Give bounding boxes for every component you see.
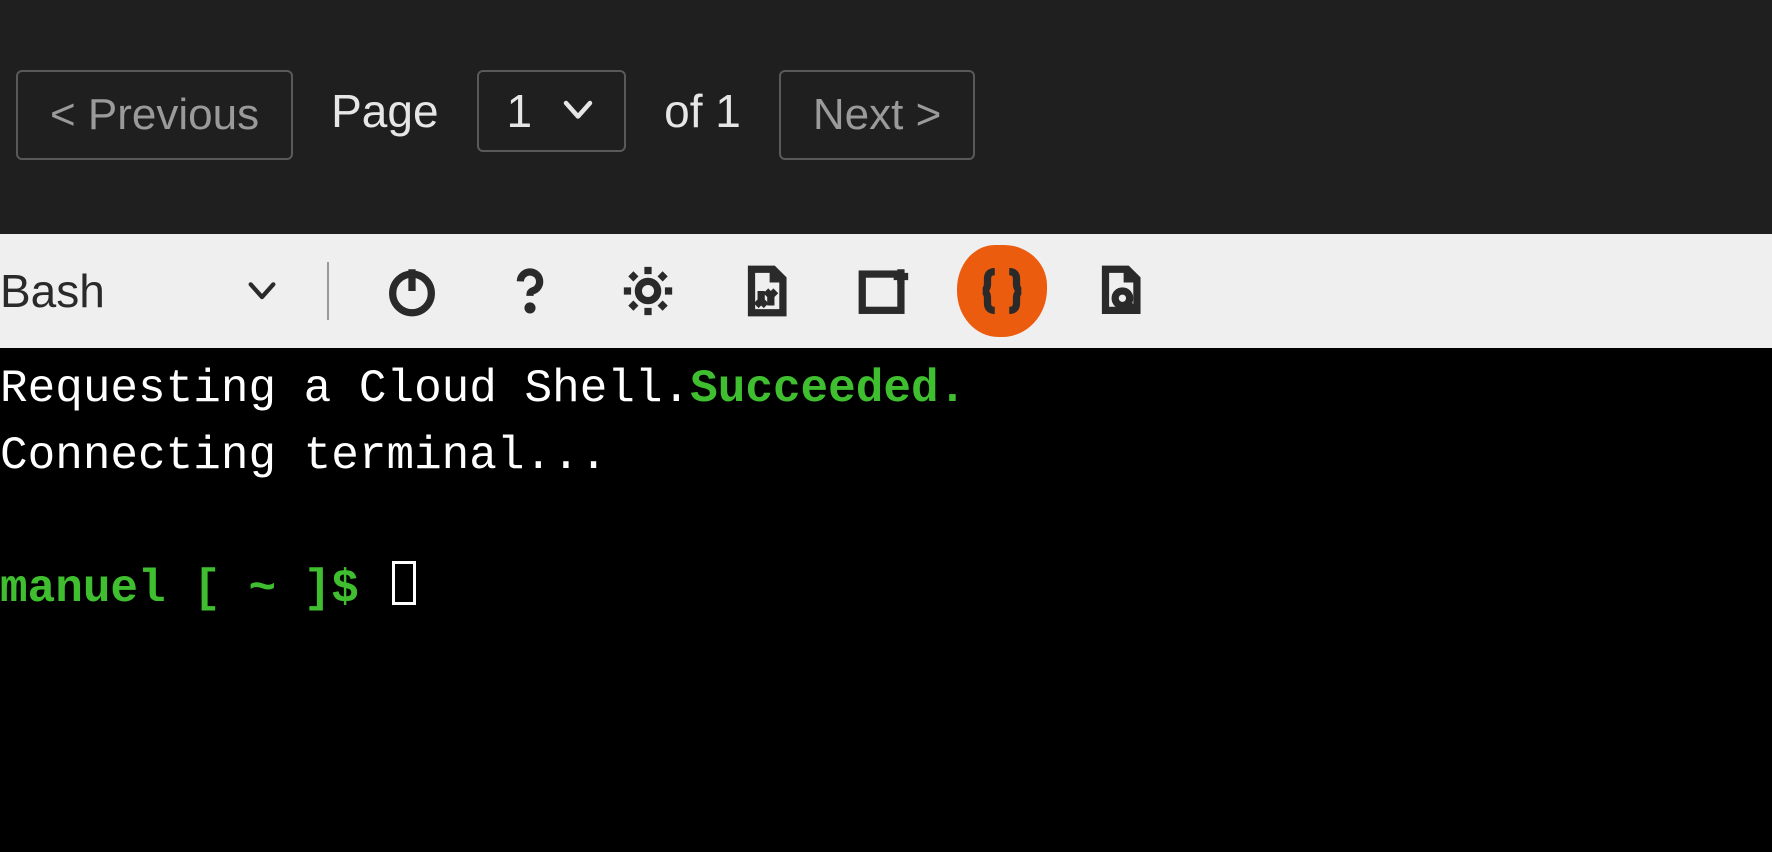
cloud-shell-toolbar: Bash bbox=[0, 234, 1772, 348]
settings-gear-icon[interactable] bbox=[613, 256, 683, 326]
toolbar-divider bbox=[327, 262, 329, 320]
page-current: 1 bbox=[507, 84, 533, 138]
new-session-icon[interactable] bbox=[849, 256, 919, 326]
page-label: Page bbox=[331, 70, 438, 152]
editor-braces-icon[interactable] bbox=[967, 256, 1037, 326]
pagination-bar: < Previous Page 1 of 1 Next > bbox=[0, 0, 1772, 234]
help-icon[interactable] bbox=[495, 256, 565, 326]
terminal-blank-line bbox=[0, 489, 1772, 556]
next-button[interactable]: Next > bbox=[779, 70, 975, 160]
page-of: of 1 bbox=[664, 70, 741, 152]
terminal-cursor bbox=[392, 561, 416, 605]
power-icon[interactable] bbox=[377, 256, 447, 326]
chevron-down-icon bbox=[245, 264, 279, 318]
file-preview-icon[interactable] bbox=[1085, 256, 1155, 326]
upload-download-file-icon[interactable] bbox=[731, 256, 801, 326]
chevron-down-icon bbox=[560, 84, 596, 138]
next-label: Next > bbox=[813, 90, 941, 140]
terminal-output[interactable]: Requesting a Cloud Shell.Succeeded. Conn… bbox=[0, 348, 1772, 852]
shell-type-label: Bash bbox=[0, 264, 105, 318]
terminal-line-1: Requesting a Cloud Shell.Succeeded. bbox=[0, 356, 1772, 423]
previous-button[interactable]: < Previous bbox=[16, 70, 293, 160]
page-select[interactable]: 1 bbox=[477, 70, 627, 152]
shell-type-select[interactable]: Bash bbox=[0, 264, 279, 318]
terminal-prompt: manuel [ ~ ]$ bbox=[0, 556, 1772, 623]
terminal-line-2: Connecting terminal... bbox=[0, 423, 1772, 490]
previous-label: < Previous bbox=[50, 90, 259, 140]
